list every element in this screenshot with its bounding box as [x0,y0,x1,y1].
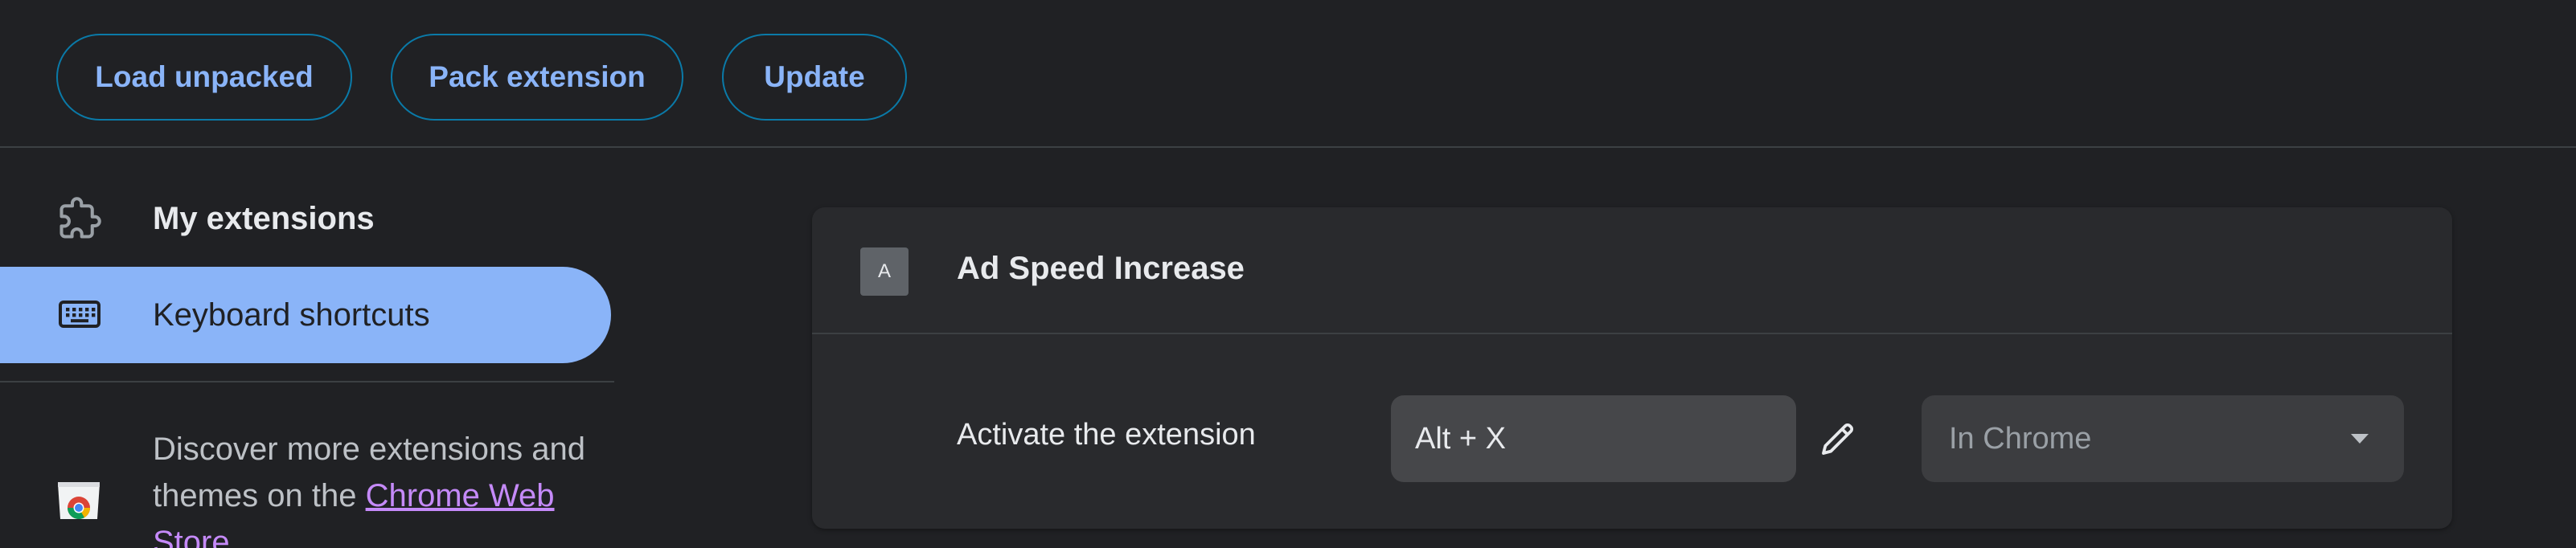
pack-extension-button[interactable]: Pack extension [391,34,683,121]
extension-name: Ad Speed Increase [957,251,1245,286]
pencil-icon [1822,423,1854,455]
web-store-promo: Discover more extensions and themes on t… [153,426,603,548]
extensions-shortcuts-page: Load unpacked Pack extension Update My e… [0,0,2576,548]
puzzle-piece-icon [55,194,105,243]
developer-toolbar: Load unpacked Pack extension Update [0,0,2576,148]
scope-select-value: In Chrome [1949,421,2092,456]
sidebar-item-my-extensions[interactable]: My extensions [0,170,611,267]
card-header: A Ad Speed Increase [812,207,2452,334]
sidebar-divider [0,381,614,382]
chrome-web-store-icon [55,474,103,522]
edit-shortcut-button[interactable] [1812,413,1864,464]
load-unpacked-button[interactable]: Load unpacked [56,34,352,121]
keyboard-icon [55,290,105,340]
chevron-down-icon [2351,434,2369,444]
shortcut-input[interactable]: Alt + X [1391,395,1796,482]
sidebar-item-label: Keyboard shortcuts [153,296,430,333]
sidebar-item-label: My extensions [153,200,375,236]
sidebar-item-keyboard-shortcuts[interactable]: Keyboard shortcuts [0,267,611,363]
update-button[interactable]: Update [722,34,907,121]
shortcut-scope-select[interactable]: In Chrome [1922,395,2404,482]
command-label: Activate the extension [957,418,1256,452]
extension-shortcut-card: A Ad Speed Increase Activate the extensi… [812,207,2452,529]
extension-icon: A [860,247,909,296]
